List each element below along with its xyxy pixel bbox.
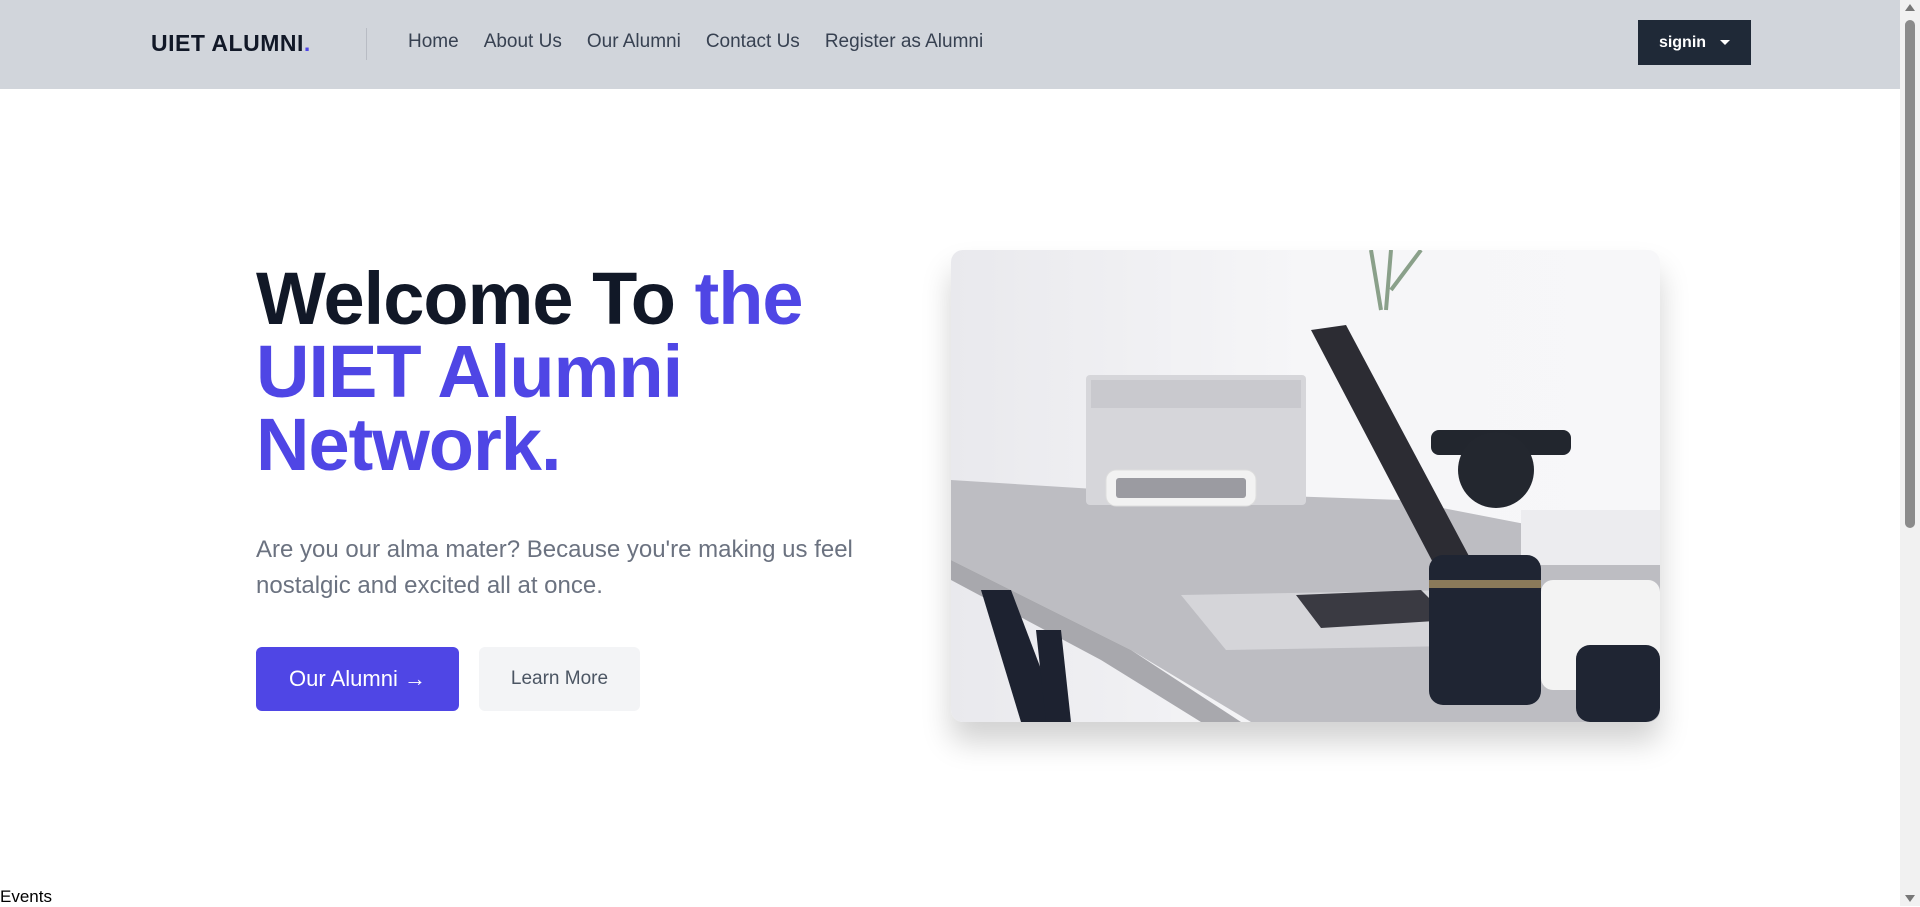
nav-contact-us[interactable]: Contact Us: [706, 31, 800, 53]
logo[interactable]: UIET ALUMNI.: [151, 30, 311, 57]
hero-title-dark: Welcome To: [256, 257, 695, 340]
nav-our-alumni[interactable]: Our Alumni: [587, 31, 681, 53]
nav-home[interactable]: Home: [408, 31, 459, 53]
signin-label: signin: [1658, 33, 1707, 51]
caret-down-icon: [1720, 40, 1731, 45]
learn-more-button[interactable]: Learn More: [479, 647, 640, 711]
hero-image-desk-laptop: [951, 250, 1660, 722]
scroll-down-arrow-icon[interactable]: [1905, 895, 1915, 902]
logo-text: UIET ALUMNI: [151, 30, 304, 56]
nav-about-us[interactable]: About Us: [484, 31, 562, 53]
hero-title: Welcome To the UIET Alumni Network.: [256, 262, 896, 482]
scroll-up-arrow-icon[interactable]: [1905, 4, 1915, 11]
page-scrollbar[interactable]: [1900, 0, 1920, 906]
our-alumni-button[interactable]: Our Alumni →: [256, 647, 459, 711]
nav-register[interactable]: Register as Alumni: [825, 31, 983, 53]
scrollbar-thumb[interactable]: [1905, 20, 1915, 528]
events-heading: Events: [0, 887, 52, 906]
signin-dropdown-button[interactable]: signin: [1638, 20, 1751, 65]
hero-subtitle: Are you our alma mater? Because you're m…: [256, 536, 853, 599]
navbar: UIET ALUMNI. Home About Us Our Alumni Co…: [0, 0, 1900, 89]
nav-links: Home About Us Our Alumni Contact Us Regi…: [408, 31, 983, 53]
desk-illustration: [951, 250, 1660, 722]
logo-dot: .: [303, 30, 311, 56]
nav-divider: [366, 28, 367, 60]
